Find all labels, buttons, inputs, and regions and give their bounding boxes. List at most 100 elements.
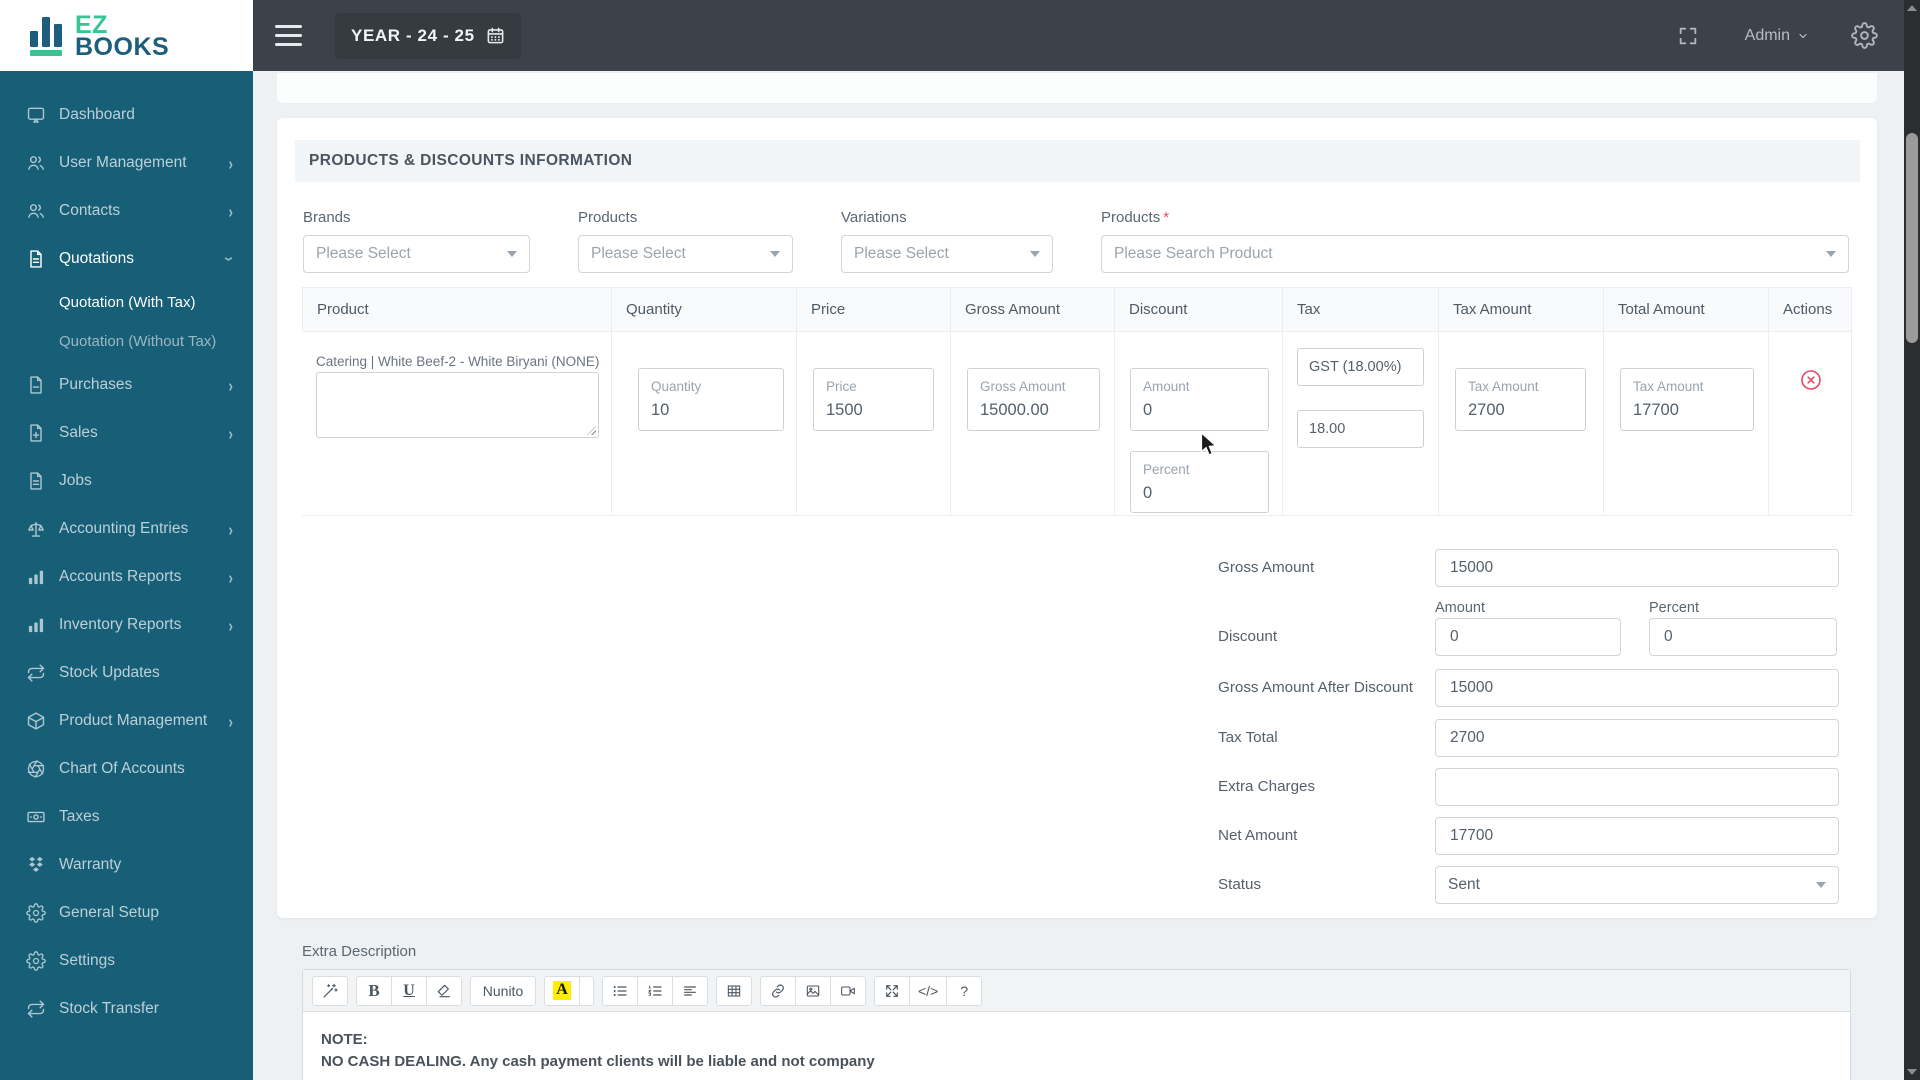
- chevron-down-icon: [1799, 33, 1807, 38]
- font-color-button[interactable]: A: [544, 975, 580, 1006]
- chevron-right-icon: ›: [228, 519, 233, 539]
- insert-table-button[interactable]: [716, 975, 752, 1006]
- paragraph-align-button[interactable]: [672, 975, 708, 1006]
- gear-icon: [26, 951, 46, 971]
- discount-amount-input[interactable]: Amount 0: [1130, 368, 1269, 431]
- summary-net-amount-input[interactable]: [1435, 817, 1839, 855]
- sidebar-subitem-quotation-with-tax[interactable]: Quotation (With Tax): [0, 283, 253, 322]
- unordered-list-button[interactable]: [602, 975, 638, 1006]
- aperture-icon: [26, 759, 46, 779]
- repeat-arrows-icon: [26, 999, 46, 1019]
- sidebar-item-label: Jobs: [59, 472, 92, 489]
- font-color-dropdown-button[interactable]: [579, 975, 594, 1006]
- insert-link-button[interactable]: [760, 975, 796, 1006]
- chevron-right-icon: ›: [228, 567, 233, 587]
- sidebar-item-contacts[interactable]: Contacts ›: [0, 187, 253, 235]
- ordered-list-button[interactable]: [637, 975, 673, 1006]
- product-search-select[interactable]: Please Search Product: [1101, 235, 1849, 273]
- sidebar-item-jobs[interactable]: Jobs: [0, 457, 253, 505]
- brands-filter: Brands Please Select: [303, 209, 530, 273]
- video-icon: [841, 985, 855, 996]
- price-input[interactable]: Price 1500: [813, 368, 934, 431]
- hamburger-menu-icon[interactable]: [269, 19, 308, 52]
- summary-discount-amount-input[interactable]: [1435, 618, 1621, 656]
- sidebar-item-stock-transfer[interactable]: Stock Transfer: [0, 985, 253, 1033]
- sidebar-item-dashboard[interactable]: Dashboard: [0, 91, 253, 139]
- editor-help-button[interactable]: ?: [946, 975, 983, 1006]
- table-grid-icon: [727, 984, 741, 997]
- fullscreen-icon[interactable]: [1677, 25, 1699, 47]
- variations-label: Variations: [841, 209, 907, 226]
- editor-content[interactable]: NOTE: NO CASH DEALING. Any cash payment …: [303, 1012, 1850, 1080]
- scroll-down-arrow[interactable]: [1907, 1069, 1917, 1075]
- discount-percent-input[interactable]: Percent 0: [1130, 451, 1269, 513]
- gross-amount-cell: Gross Amount 15000.00: [951, 332, 1115, 515]
- products-discounts-card: PRODUCTS & DISCOUNTS INFORMATION Brands …: [277, 118, 1877, 918]
- sidebar-item-user-management[interactable]: User Management ›: [0, 139, 253, 187]
- sidebar-item-taxes[interactable]: Taxes: [0, 793, 253, 841]
- sidebar-subitem-quotation-without-tax[interactable]: Quotation (Without Tax): [0, 322, 253, 361]
- brands-select[interactable]: Please Select: [303, 235, 530, 273]
- product-search-label: Products *: [1101, 209, 1170, 226]
- discount-percent-value: 0: [1143, 484, 1153, 502]
- status-select-value: Sent: [1448, 876, 1480, 893]
- page-scrollbar[interactable]: [1904, 0, 1920, 1080]
- sidebar-item-sales[interactable]: Sales ›: [0, 409, 253, 457]
- insert-image-button[interactable]: [795, 975, 831, 1006]
- quantity-input[interactable]: Quantity 10: [638, 368, 784, 431]
- clear-format-button[interactable]: [426, 975, 462, 1006]
- chevron-right-icon: ›: [228, 711, 233, 731]
- sidebar-item-inventory-reports[interactable]: Inventory Reports ›: [0, 601, 253, 649]
- total-amount-input[interactable]: Tax Amount 17700: [1620, 368, 1754, 431]
- summary-discount-label: Discount: [1218, 628, 1278, 645]
- file-minus-icon: [26, 375, 46, 395]
- diamonds-icon: [26, 855, 46, 875]
- delete-row-icon[interactable]: [1799, 368, 1823, 392]
- status-select[interactable]: Sent: [1435, 866, 1839, 904]
- tax-rate-input[interactable]: 18.00: [1297, 410, 1424, 448]
- summary-tax-total-input[interactable]: [1435, 719, 1839, 757]
- chevron-right-icon: ›: [228, 375, 233, 395]
- editor-fullscreen-button[interactable]: [874, 975, 910, 1006]
- bold-button[interactable]: B: [356, 975, 392, 1006]
- settings-gear-icon[interactable]: [1851, 22, 1878, 49]
- sidebar-item-accounts-reports[interactable]: Accounts Reports ›: [0, 553, 253, 601]
- code-view-button[interactable]: </>: [909, 975, 948, 1006]
- align-lines-icon: [684, 985, 696, 996]
- tax-amount-input[interactable]: Tax Amount 2700: [1455, 368, 1586, 431]
- app-logo[interactable]: EZ BOOKS: [0, 0, 253, 71]
- sidebar-item-accounting-entries[interactable]: Accounting Entries ›: [0, 505, 253, 553]
- fiscal-year-selector[interactable]: YEAR - 24 - 25: [335, 12, 521, 59]
- magic-wand-icon: [323, 983, 338, 998]
- summary-gross-after-input[interactable]: [1435, 669, 1839, 707]
- tax-select[interactable]: GST (18.00%): [1297, 348, 1424, 386]
- sidebar-item-settings[interactable]: Settings: [0, 937, 253, 985]
- sidebar-item-product-management[interactable]: Product Management ›: [0, 697, 253, 745]
- sidebar-item-general-setup[interactable]: General Setup: [0, 889, 253, 937]
- sidebar-item-label: Sales: [59, 424, 98, 441]
- summary-discount-percent-input[interactable]: [1649, 618, 1837, 656]
- sidebar-item-label: Contacts: [59, 202, 121, 219]
- product-description-textarea[interactable]: [316, 372, 599, 438]
- sidebar-item-chart-of-accounts[interactable]: Chart Of Accounts: [0, 745, 253, 793]
- magic-style-button[interactable]: [312, 975, 348, 1006]
- admin-user-menu[interactable]: Admin: [1745, 27, 1809, 45]
- scrollbar-thumb[interactable]: [1906, 133, 1918, 343]
- sidebar-item-stock-updates[interactable]: Stock Updates: [0, 649, 253, 697]
- bullet-list-icon: [613, 985, 627, 996]
- underline-button[interactable]: U: [391, 975, 427, 1006]
- variations-filter: Variations Please Select: [841, 209, 1053, 273]
- products-select[interactable]: Please Select: [578, 235, 793, 273]
- sidebar-item-quotations[interactable]: Quotations ›: [0, 235, 253, 283]
- gross-amount-input[interactable]: Gross Amount 15000.00: [967, 368, 1100, 431]
- insert-video-button[interactable]: [830, 975, 866, 1006]
- summary-gross-input[interactable]: [1435, 549, 1839, 587]
- variations-select[interactable]: Please Select: [841, 235, 1053, 273]
- sidebar-item-warranty[interactable]: Warranty: [0, 841, 253, 889]
- scroll-up-arrow[interactable]: [1907, 5, 1917, 11]
- summary-extra-charges-input[interactable]: [1435, 768, 1839, 806]
- font-family-button[interactable]: Nunito: [470, 975, 536, 1006]
- sidebar-item-label: Quotations: [59, 250, 134, 267]
- summary-status-label: Status: [1218, 876, 1262, 893]
- sidebar-item-purchases[interactable]: Purchases ›: [0, 361, 253, 409]
